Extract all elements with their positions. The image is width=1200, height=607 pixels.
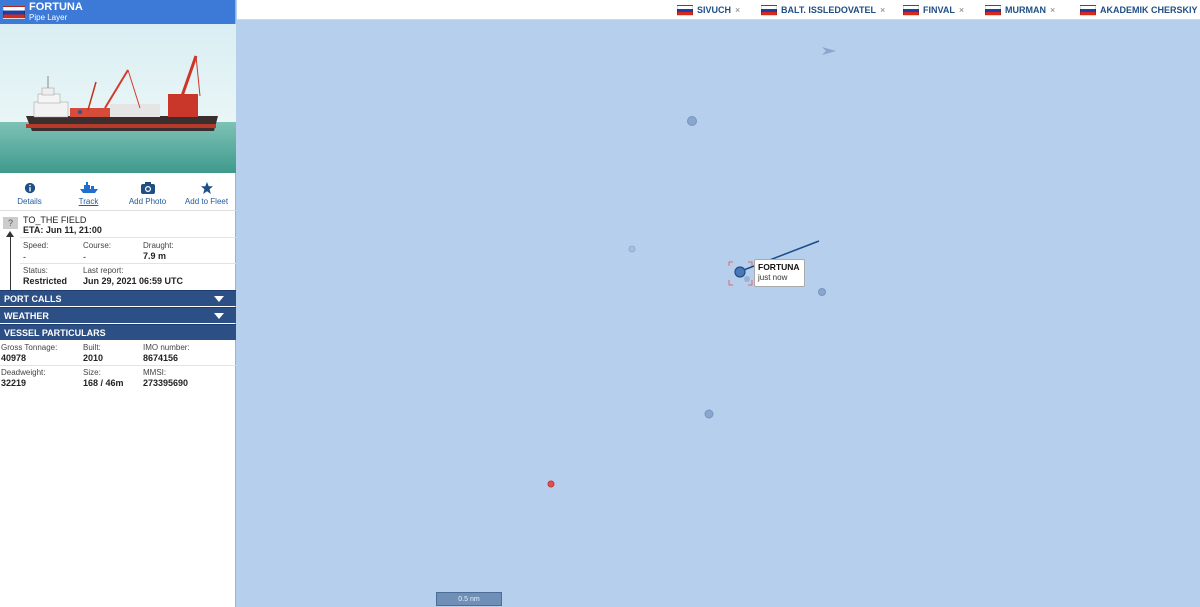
map-overlay — [547, 47, 836, 488]
vessel-particulars-section: VESSEL PARTICULARS — [0, 324, 236, 340]
close-icon[interactable]: × — [959, 5, 964, 15]
vessel-particulars: Gross Tonnage: 40978 Built: 2010 IMO num… — [0, 341, 236, 393]
tab-balt-issledovatel[interactable]: BALT. ISSLEDOVATEL × — [761, 0, 885, 20]
voyage-line — [10, 235, 11, 291]
mmsi-label: MMSI: — [143, 368, 167, 377]
speed-label: Speed: — [23, 241, 49, 250]
imo-value: 8674156 — [143, 353, 179, 363]
track-label: Track — [78, 197, 99, 206]
details-button[interactable]: Details — [0, 173, 59, 209]
last-report-value: Jun 29, 2021 06:59 UTC — [83, 276, 184, 286]
course-value: - — [83, 252, 86, 262]
vessel-header: FORTUNA Pipe Layer — [0, 0, 235, 24]
last-report-label: Last report: — [83, 266, 124, 275]
gross-tonnage-value: 40978 — [1, 353, 27, 363]
tab-murman[interactable]: MURMAN × — [985, 0, 1055, 20]
vessel-marker[interactable] — [687, 116, 697, 126]
weather-title: WEATHER — [4, 311, 49, 321]
imo-label: IMO number: — [143, 343, 190, 352]
size-value: 168 / 46m — [83, 378, 124, 388]
add-photo-label: Add Photo — [128, 197, 167, 206]
flag-russia-icon — [3, 6, 25, 19]
chevron-down-icon — [214, 313, 224, 319]
tab-label: SIVUCH — [697, 5, 732, 15]
divider — [20, 263, 236, 264]
divider — [20, 237, 236, 238]
vessel-marker[interactable] — [818, 288, 826, 296]
info-icon — [24, 182, 35, 194]
size-label: Size: — [83, 368, 101, 377]
selected-vessel-marker[interactable] — [734, 266, 746, 278]
vessel-marker[interactable] — [628, 245, 636, 253]
weather-section[interactable]: WEATHER — [0, 307, 236, 323]
flag-russia-icon — [985, 5, 1001, 17]
deadweight-label: Deadweight: — [1, 368, 46, 377]
flag-russia-icon — [761, 5, 777, 17]
flag-russia-icon — [1080, 5, 1096, 17]
tab-sivuch[interactable]: SIVUCH × — [677, 0, 740, 20]
flag-russia-icon — [677, 5, 693, 17]
port-calls-title: PORT CALLS — [4, 294, 62, 304]
vessel-actions: Details Track Add Photo Add to Fleet — [0, 173, 236, 209]
speed-value: - — [23, 252, 26, 262]
draught-label: Draught: — [143, 241, 174, 250]
add-photo-button[interactable]: Add Photo — [118, 173, 177, 209]
vessel-marker[interactable] — [704, 409, 714, 419]
built-value: 2010 — [83, 353, 104, 363]
vessel-particulars-title: VESSEL PARTICULARS — [4, 328, 106, 338]
course-label: Course: — [83, 241, 112, 250]
vessel-panel: FORTUNA Pipe Layer Details Track Add Pho… — [0, 0, 236, 607]
details-label: Details — [17, 197, 42, 206]
voyage-info: ? TO_THE FIELD ETA: Jun 11, 21:00 Speed:… — [0, 210, 236, 291]
vessel-type: Pipe Layer — [29, 13, 68, 22]
mmsi-value: 273395690 — [143, 378, 189, 388]
vessel-marker[interactable] — [744, 276, 750, 282]
tab-label: MURMAN — [1005, 5, 1046, 15]
add-to-fleet-label: Add to Fleet — [184, 197, 229, 206]
unknown-port-icon: ? — [3, 217, 18, 229]
chevron-down-icon — [214, 296, 224, 302]
draught-value: 7.9 m — [143, 251, 167, 261]
vessel-tabs: SIVUCH × BALT. ISSLEDOVATEL × FINVAL × MURM… — [237, 0, 1200, 20]
map-canvas[interactable]: FORTUNA just now 0.5 nm — [237, 21, 1200, 607]
vessel-arrow-marker[interactable] — [822, 47, 836, 55]
gross-tonnage-label: Gross Tonnage: — [1, 343, 58, 352]
vessel-tooltip: FORTUNA just now — [754, 259, 805, 287]
deadweight-value: 32219 — [1, 378, 27, 388]
destination: TO_THE FIELD — [23, 215, 87, 225]
tab-label: FINVAL — [923, 5, 955, 15]
flag-russia-icon — [903, 5, 919, 17]
divider — [0, 365, 236, 366]
close-icon[interactable]: × — [735, 5, 740, 15]
vessel-marker-red[interactable] — [547, 480, 555, 488]
scale-bar: 0.5 nm — [436, 592, 502, 606]
status-label: Status: — [23, 266, 48, 275]
port-calls-section[interactable]: PORT CALLS — [0, 290, 236, 306]
tab-label: BALT. ISSLEDOVATEL — [781, 5, 877, 15]
tooltip-vessel-name: FORTUNA — [758, 262, 800, 272]
close-icon[interactable]: × — [880, 5, 885, 15]
eta: ETA: Jun 11, 21:00 — [23, 225, 102, 235]
tab-finval[interactable]: FINVAL × — [903, 0, 964, 20]
vessel-photo[interactable] — [0, 24, 236, 173]
built-label: Built: — [83, 343, 101, 352]
ship-track-icon — [79, 182, 98, 193]
track-button[interactable]: Track — [59, 173, 118, 209]
status-value: Restricted — [23, 276, 68, 286]
close-icon[interactable]: × — [1050, 5, 1055, 15]
tab-akademik-cherskiy[interactable]: AKADEMIK CHERSKIY — [1080, 0, 1198, 20]
camera-icon — [140, 182, 155, 194]
tooltip-time: just now — [758, 273, 788, 282]
vessel-name: FORTUNA — [29, 1, 83, 13]
tab-label: AKADEMIK CHERSKIY — [1100, 5, 1198, 15]
add-to-fleet-button[interactable]: Add to Fleet — [177, 173, 236, 209]
star-icon — [200, 182, 213, 194]
